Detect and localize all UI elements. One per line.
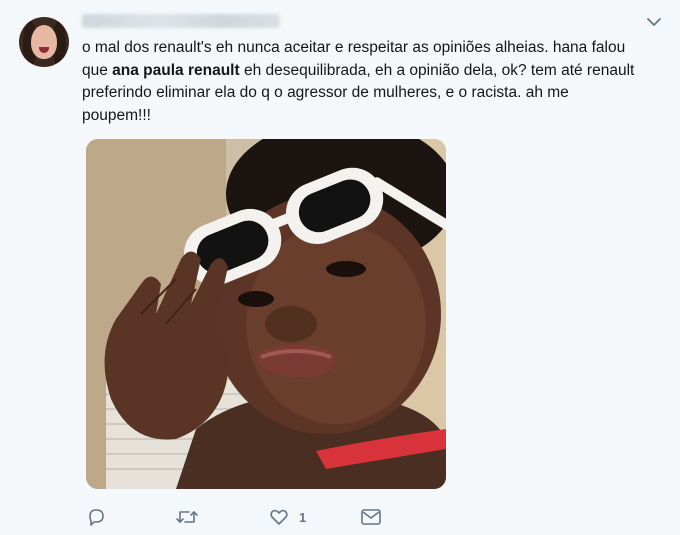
envelope-icon[interactable] [360,506,382,528]
redacted-author-name [82,14,280,28]
tweet-actions: 1 [86,506,406,528]
chevron-down-icon[interactable] [646,14,662,30]
heart-icon [270,509,288,525]
tweet-card: o mal dos renault's eh nunca aceitar e r… [0,0,680,535]
tweet-text-bold[interactable]: ana paula renault [112,62,239,79]
avatar[interactable] [19,17,69,67]
reply-icon[interactable] [86,506,106,528]
retweet-icon[interactable] [175,506,199,528]
tweet-image[interactable] [86,139,446,489]
like-count: 1 [299,509,307,525]
tweet-text: o mal dos renault's eh nunca aceitar e r… [82,37,662,127]
like-button[interactable]: 1 [269,506,306,528]
